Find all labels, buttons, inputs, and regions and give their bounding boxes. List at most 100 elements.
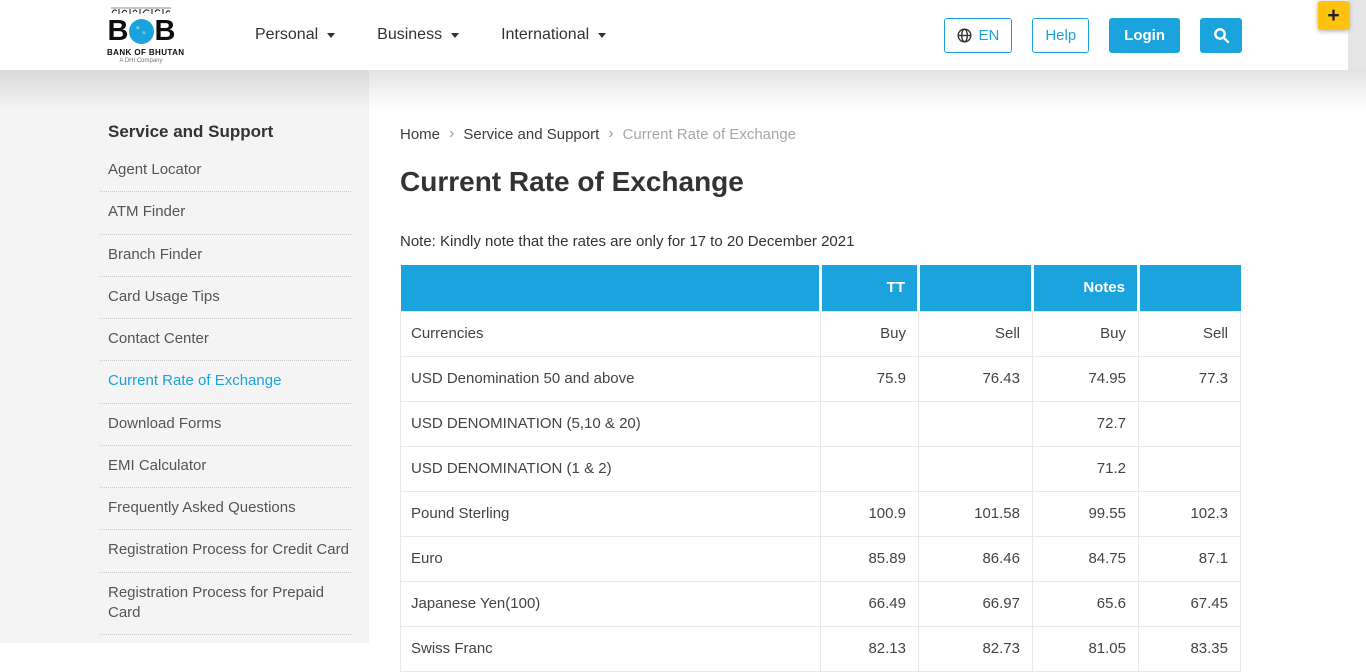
header-group-notes: Notes — [1033, 265, 1139, 311]
subheader-tt-sell: Sell — [919, 311, 1033, 356]
header-group-currencies — [401, 265, 821, 311]
notes-buy-value: 81.05 — [1033, 626, 1139, 671]
breadcrumb-separator: › — [608, 125, 613, 143]
chevron-down-icon — [598, 33, 606, 38]
breadcrumb-current-page: Current Rate of Exchange — [623, 126, 796, 143]
sidebar-item-faq[interactable]: Frequently Asked Questions — [100, 488, 351, 530]
sidebar-item-registration-prepaid-card[interactable]: Registration Process for Prepaid Card — [100, 573, 351, 636]
notes-buy-value: 72.7 — [1033, 401, 1139, 446]
notes-buy-value: 71.2 — [1033, 446, 1139, 491]
tt-buy-value: 66.49 — [821, 581, 919, 626]
tt-buy-value — [821, 446, 919, 491]
table-header-group-row: TT Notes — [401, 265, 1241, 311]
notes-sell-value — [1139, 401, 1241, 446]
tt-sell-value: 76.43 — [919, 356, 1033, 401]
sidebar-item-download-forms[interactable]: Download Forms — [100, 404, 351, 446]
logo-tagline: A DHI Company — [107, 58, 175, 64]
rate-row-usd-5-10-20: USD DENOMINATION (5,10 & 20) 72.7 — [401, 401, 1241, 446]
top-navbar: BB BANK OF BHUTAN A DHI Company Personal… — [0, 0, 1348, 70]
language-button[interactable]: EN — [944, 18, 1012, 53]
sidebar-title: Service and Support — [108, 122, 349, 142]
tt-buy-value: 82.13 — [821, 626, 919, 671]
currency-name: Swiss Franc — [401, 626, 821, 671]
globe-icon — [957, 28, 972, 43]
currency-name: USD DENOMINATION (1 & 2) — [401, 446, 821, 491]
breadcrumb-separator: › — [449, 125, 454, 143]
currency-name: USD DENOMINATION (5,10 & 20) — [401, 401, 821, 446]
chevron-down-icon — [451, 33, 459, 38]
logo-letter-b2: B — [155, 17, 175, 46]
nav-item-business[interactable]: Business — [373, 20, 463, 50]
search-button[interactable] — [1200, 18, 1242, 53]
notes-buy-value: 65.6 — [1033, 581, 1139, 626]
page-title: Current Rate of Exchange — [400, 166, 1366, 198]
logo-bank-name: BANK OF BHUTAN — [107, 48, 175, 57]
nav-item-personal[interactable]: Personal — [251, 20, 339, 50]
exchange-rates-table: TT Notes Currencies Buy Sell Buy Sell US… — [400, 265, 1241, 672]
notes-sell-value: 87.1 — [1139, 536, 1241, 581]
scrollbar-gutter — [1348, 0, 1366, 70]
navbar-actions: EN Help Login — [944, 18, 1242, 53]
header-group-tt-sell — [919, 265, 1033, 311]
tt-sell-value — [919, 446, 1033, 491]
rate-row-pound-sterling: Pound Sterling 100.9 101.58 99.55 102.3 — [401, 491, 1241, 536]
chevron-down-icon — [327, 33, 335, 38]
sidebar-service-and-support: Service and Support Agent Locator ATM Fi… — [0, 70, 369, 643]
logo-globe-circle-icon — [129, 19, 154, 44]
notes-sell-value: 77.3 — [1139, 356, 1241, 401]
currency-name: Japanese Yen(100) — [401, 581, 821, 626]
sidebar-item-registration-credit-card[interactable]: Registration Process for Credit Card — [100, 530, 351, 572]
breadcrumb: Home › Service and Support › Current Rat… — [400, 125, 1366, 143]
notes-sell-value: 102.3 — [1139, 491, 1241, 536]
subheader-tt-buy: Buy — [821, 311, 919, 356]
tt-sell-value: 86.46 — [919, 536, 1033, 581]
search-icon — [1213, 27, 1230, 44]
sidebar-item-current-rate-of-exchange[interactable]: Current Rate of Exchange — [100, 361, 351, 403]
header-group-notes-sell — [1139, 265, 1241, 311]
tt-sell-value — [919, 401, 1033, 446]
main-content: Home › Service and Support › Current Rat… — [369, 70, 1366, 643]
bank-of-bhutan-logo[interactable]: BB BANK OF BHUTAN A DHI Company — [107, 7, 175, 64]
tt-buy-value: 85.89 — [821, 536, 919, 581]
currency-name: Euro — [401, 536, 821, 581]
currency-name: USD Denomination 50 and above — [401, 356, 821, 401]
table-subheader-row: Currencies Buy Sell Buy Sell — [401, 311, 1241, 356]
notes-buy-value: 99.55 — [1033, 491, 1139, 536]
rate-row-japanese-yen: Japanese Yen(100) 66.49 66.97 65.6 67.45 — [401, 581, 1241, 626]
login-button[interactable]: Login — [1109, 18, 1180, 53]
notes-buy-value: 74.95 — [1033, 356, 1139, 401]
subheader-notes-sell: Sell — [1139, 311, 1241, 356]
breadcrumb-home[interactable]: Home — [400, 126, 440, 143]
notes-sell-value: 83.35 — [1139, 626, 1241, 671]
accessibility-plus-button[interactable]: + — [1318, 1, 1349, 30]
logo-letter-b1: B — [108, 17, 128, 46]
notes-buy-value: 84.75 — [1033, 536, 1139, 581]
nav-item-international[interactable]: International — [497, 20, 610, 50]
rate-row-usd-50-above: USD Denomination 50 and above 75.9 76.43… — [401, 356, 1241, 401]
header-group-tt: TT — [821, 265, 919, 311]
notes-sell-value: 67.45 — [1139, 581, 1241, 626]
notes-sell-value — [1139, 446, 1241, 491]
sidebar-item-contact-center[interactable]: Contact Center — [100, 319, 351, 361]
sidebar-item-emi-calculator[interactable]: EMI Calculator — [100, 446, 351, 488]
tt-buy-value: 75.9 — [821, 356, 919, 401]
rate-row-usd-1-2: USD DENOMINATION (1 & 2) 71.2 — [401, 446, 1241, 491]
subheader-currencies: Currencies — [401, 311, 821, 356]
logo-bob: BB — [107, 17, 175, 46]
sidebar-item-atm-finder[interactable]: ATM Finder — [100, 192, 351, 234]
sidebar-item-card-usage-tips[interactable]: Card Usage Tips — [100, 277, 351, 319]
rate-row-euro: Euro 85.89 86.46 84.75 87.1 — [401, 536, 1241, 581]
tt-sell-value: 66.97 — [919, 581, 1033, 626]
tt-buy-value — [821, 401, 919, 446]
sidebar-menu: Agent Locator ATM Finder Branch Finder C… — [100, 150, 351, 635]
main-navigation: Personal Business International — [251, 20, 610, 50]
help-button[interactable]: Help — [1032, 18, 1089, 53]
sidebar-item-branch-finder[interactable]: Branch Finder — [100, 235, 351, 277]
tt-sell-value: 82.73 — [919, 626, 1033, 671]
breadcrumb-service-and-support[interactable]: Service and Support — [463, 126, 599, 143]
tt-buy-value: 100.9 — [821, 491, 919, 536]
subheader-notes-buy: Buy — [1033, 311, 1139, 356]
rates-validity-note: Note: Kindly note that the rates are onl… — [400, 233, 1366, 250]
rate-row-swiss-franc: Swiss Franc 82.13 82.73 81.05 83.35 — [401, 626, 1241, 671]
sidebar-item-agent-locator[interactable]: Agent Locator — [100, 150, 351, 192]
